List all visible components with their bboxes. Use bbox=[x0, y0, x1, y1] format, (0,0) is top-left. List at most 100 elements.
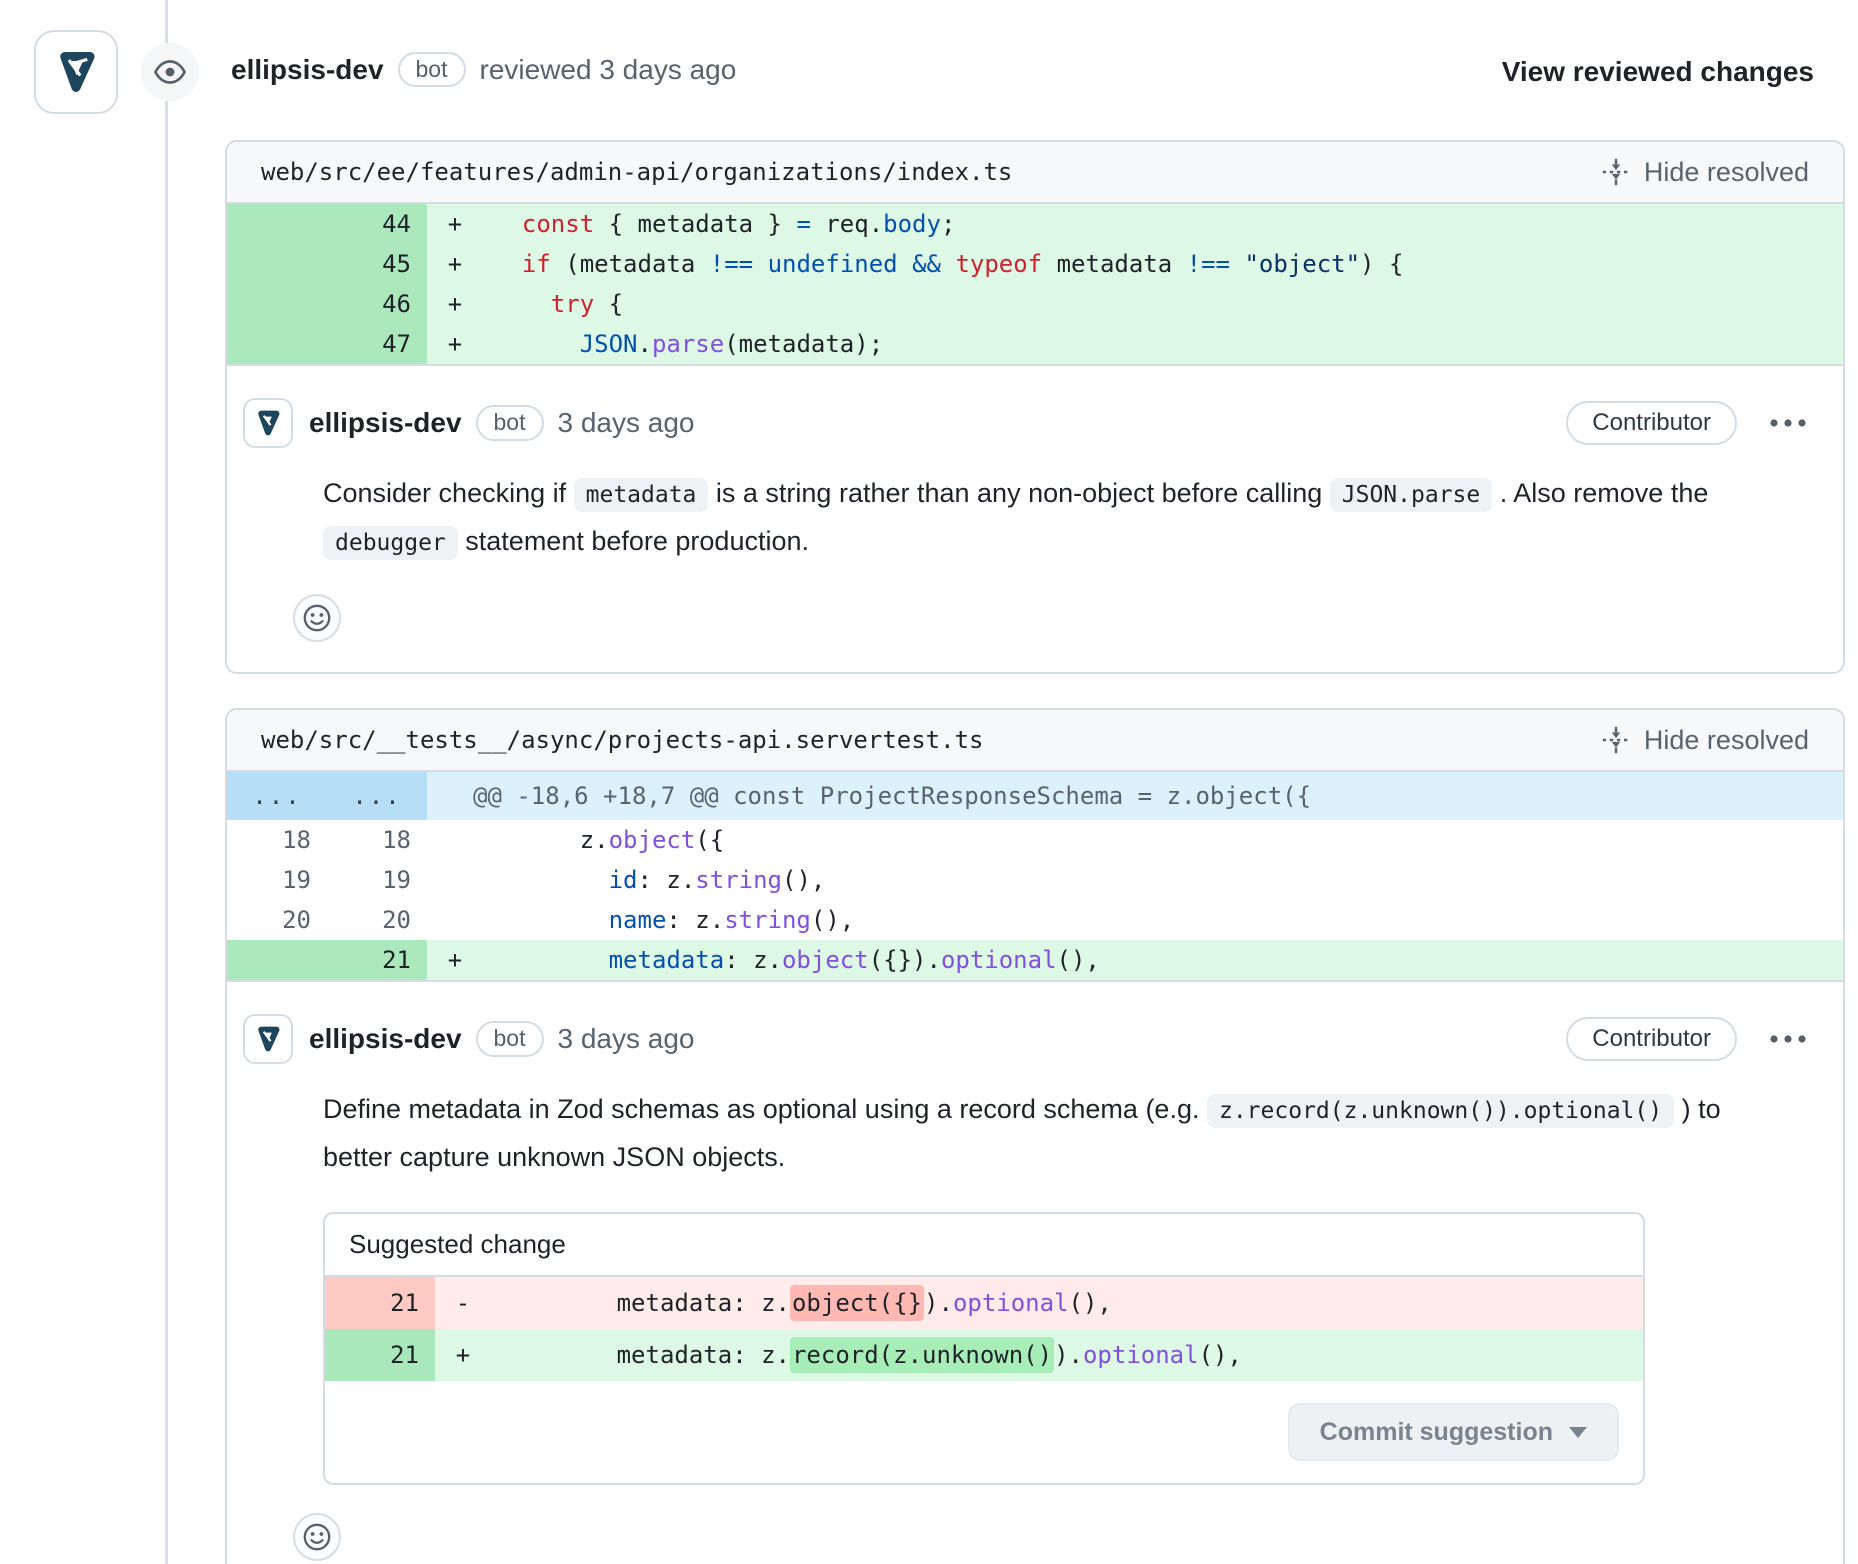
eye-icon bbox=[153, 55, 187, 89]
kebab-icon bbox=[1769, 418, 1807, 428]
code-token: : z. bbox=[724, 946, 782, 974]
comment-body: Consider checking if metadata is a strin… bbox=[323, 470, 1813, 566]
view-reviewed-changes-link[interactable]: View reviewed changes bbox=[1502, 56, 1814, 88]
code-token: optional bbox=[1083, 1341, 1199, 1369]
hide-resolved-button[interactable]: Hide resolved bbox=[1600, 724, 1809, 756]
comment-header-actions: Contributor bbox=[1566, 1017, 1813, 1061]
code-token bbox=[493, 250, 522, 278]
code-token: z. bbox=[493, 826, 609, 854]
review-author-link[interactable]: ellipsis-dev bbox=[231, 54, 384, 86]
diff-hunk-row: ......@@ -18,6 +18,7 @@ const ProjectRes… bbox=[227, 772, 1843, 820]
inline-code-chip: debugger bbox=[323, 526, 458, 560]
inline-code-chip: metadata bbox=[574, 478, 709, 512]
comment-timestamp[interactable]: 3 days ago bbox=[558, 407, 695, 439]
code-token: name bbox=[609, 906, 667, 934]
code-token: ) { bbox=[1360, 250, 1403, 278]
comment-text: statement before production. bbox=[458, 526, 809, 556]
code-token: body bbox=[883, 210, 941, 238]
diff-row: 21+ metadata: z.object({}).optional(), bbox=[227, 940, 1843, 980]
review-comment-card: web/src/ee/features/admin-api/organizati… bbox=[225, 140, 1845, 674]
comment-timestamp[interactable]: 3 days ago bbox=[558, 1023, 695, 1055]
add-reaction-button[interactable] bbox=[293, 594, 341, 642]
diff-marker: + bbox=[427, 244, 483, 284]
file-path-link[interactable]: web/src/ee/features/admin-api/organizati… bbox=[261, 158, 1012, 186]
code-line: metadata: z.object({}).optional(), bbox=[491, 1277, 1643, 1329]
code-line: try { bbox=[483, 284, 1843, 324]
old-line-number bbox=[227, 284, 327, 324]
review-action-text[interactable]: reviewed 3 days ago bbox=[480, 54, 737, 86]
comment-text: Consider checking if bbox=[323, 478, 574, 508]
hunk-header-text: @@ -18,6 +18,7 @@ const ProjectResponseS… bbox=[427, 772, 1843, 820]
code-token: { bbox=[594, 290, 623, 318]
comment-avatar[interactable] bbox=[243, 1014, 293, 1064]
code-token: req. bbox=[811, 210, 883, 238]
code-token: : z. bbox=[666, 906, 724, 934]
diff-marker bbox=[427, 900, 483, 940]
code-token: (metadata); bbox=[724, 330, 883, 358]
code-line: name: z.string(), bbox=[483, 900, 1843, 940]
code-token: string bbox=[695, 866, 782, 894]
suggested-change-footer: Commit suggestion bbox=[325, 1381, 1643, 1483]
inline-code-chip: z.record(z.unknown()).optional() bbox=[1207, 1094, 1674, 1128]
suggested-change-diff: 21- metadata: z.object({}).optional(),21… bbox=[325, 1277, 1643, 1381]
code-token bbox=[493, 946, 609, 974]
kebab-menu-button[interactable] bbox=[1763, 1028, 1813, 1050]
add-reaction-button[interactable] bbox=[293, 1513, 341, 1561]
code-token: !== bbox=[710, 250, 753, 278]
ellipsis-logo-icon bbox=[48, 44, 104, 100]
code-token: (metadata bbox=[551, 250, 710, 278]
code-token: string bbox=[724, 906, 811, 934]
file-header: web/src/__tests__/async/projects-api.ser… bbox=[227, 710, 1843, 772]
comment-header: ellipsis-dev bot 3 days ago Contributor bbox=[243, 398, 1813, 448]
comment-avatar[interactable] bbox=[243, 398, 293, 448]
smiley-icon bbox=[302, 603, 332, 633]
code-token: !== bbox=[1187, 250, 1230, 278]
hide-resolved-label: Hide resolved bbox=[1644, 725, 1809, 756]
diff-marker: - bbox=[435, 1277, 491, 1329]
commit-suggestion-button[interactable]: Commit suggestion bbox=[1288, 1403, 1619, 1461]
avatar[interactable] bbox=[34, 30, 118, 114]
code-token: "object" bbox=[1244, 250, 1360, 278]
code-token: JSON bbox=[580, 330, 638, 358]
code-token bbox=[1230, 250, 1244, 278]
code-token: typeof bbox=[955, 250, 1042, 278]
suggested-change-block: Suggested change 21- metadata: z.object(… bbox=[323, 1212, 1645, 1485]
comment-header-actions: Contributor bbox=[1566, 401, 1813, 445]
code-token: ; bbox=[941, 210, 955, 238]
review-comment-card: web/src/__tests__/async/projects-api.ser… bbox=[225, 708, 1845, 1564]
code-token: = bbox=[796, 210, 810, 238]
hide-resolved-label: Hide resolved bbox=[1644, 157, 1809, 188]
commit-suggestion-label: Commit suggestion bbox=[1320, 1418, 1553, 1447]
comment-text: better capture unknown JSON objects. bbox=[323, 1142, 785, 1172]
kebab-menu-button[interactable] bbox=[1763, 412, 1813, 434]
new-line-number: 47 bbox=[327, 324, 427, 364]
code-line: const { metadata } = req.body; bbox=[483, 204, 1843, 244]
diff-row: 46+ try { bbox=[227, 284, 1843, 324]
comment-author-link[interactable]: ellipsis-dev bbox=[309, 407, 462, 439]
old-line-number bbox=[227, 244, 327, 284]
file-path-link[interactable]: web/src/__tests__/async/projects-api.ser… bbox=[261, 726, 983, 754]
code-line: JSON.parse(metadata); bbox=[483, 324, 1843, 364]
old-line-number: 18 bbox=[227, 820, 327, 860]
ellipsis-logo-icon bbox=[251, 406, 285, 440]
code-token bbox=[753, 250, 767, 278]
old-line-number: 19 bbox=[227, 860, 327, 900]
inline-code-chip: JSON.parse bbox=[1330, 478, 1492, 512]
suggested-change-title: Suggested change bbox=[325, 1214, 1643, 1277]
contributor-badge: Contributor bbox=[1566, 1017, 1737, 1061]
new-line-number: 19 bbox=[327, 860, 427, 900]
new-line-number: 18 bbox=[327, 820, 427, 860]
code-token bbox=[493, 866, 609, 894]
comment-author-link[interactable]: ellipsis-dev bbox=[309, 1023, 462, 1055]
code-token: id bbox=[609, 866, 638, 894]
code-token: (), bbox=[811, 906, 854, 934]
code-token: { metadata } bbox=[594, 210, 796, 238]
hide-resolved-button[interactable]: Hide resolved bbox=[1600, 156, 1809, 188]
code-token: optional bbox=[941, 946, 1057, 974]
diff-marker: + bbox=[435, 1329, 491, 1381]
diff-marker: + bbox=[427, 204, 483, 244]
chevron-down-icon bbox=[1569, 1427, 1587, 1438]
bot-badge: bot bbox=[476, 1021, 544, 1056]
code-token: metadata: z. bbox=[501, 1289, 790, 1317]
old-line-number bbox=[227, 324, 327, 364]
